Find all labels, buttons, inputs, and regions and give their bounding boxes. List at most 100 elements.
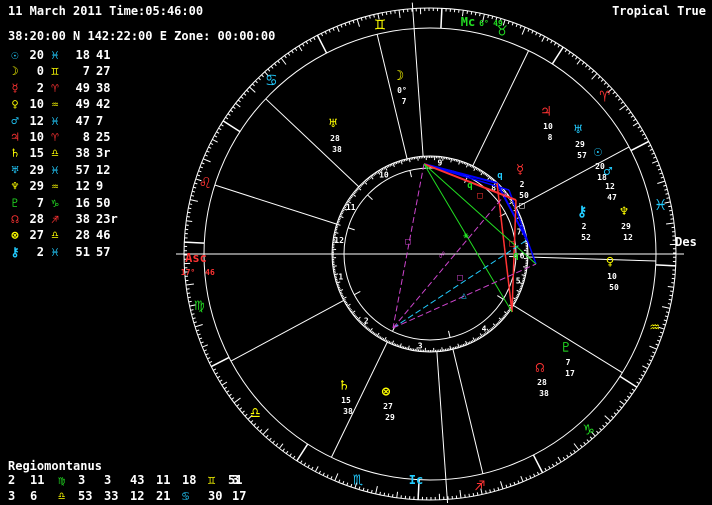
degree-tick xyxy=(545,468,546,471)
degree-tick xyxy=(229,394,231,396)
degree-tick xyxy=(618,98,620,100)
inner-degree-tick xyxy=(478,169,479,171)
inner-degree-tick xyxy=(504,315,506,316)
degree-tick xyxy=(252,84,254,86)
inner-degree-tick xyxy=(372,175,373,177)
house-number: 11 xyxy=(346,203,356,212)
house-cusp-line xyxy=(215,185,337,224)
planet-marker-degree: 27 xyxy=(383,402,393,411)
inner-degree-tick xyxy=(367,179,368,181)
inner-degree-tick xyxy=(359,186,360,187)
degree-tick xyxy=(658,169,661,170)
degree-tick xyxy=(633,119,636,121)
degree-tick xyxy=(202,163,205,164)
inner-degree-tick xyxy=(505,314,507,315)
inner-degree-tick xyxy=(350,197,352,198)
inner-degree-tick xyxy=(351,195,353,196)
planet-marker-icon: ♀ xyxy=(606,254,614,270)
inner-degree-tick xyxy=(481,171,482,173)
degree-tick xyxy=(353,20,354,23)
inner-degree-tick xyxy=(361,322,362,323)
degree-tick xyxy=(202,345,208,347)
degree-tick xyxy=(244,93,246,95)
inner-degree-tick xyxy=(365,180,366,182)
degree-tick xyxy=(488,15,489,18)
degree-tick xyxy=(628,112,630,114)
house-cusp-line xyxy=(473,51,529,166)
inner-degree-tick xyxy=(418,157,419,161)
degree-tick xyxy=(258,78,260,80)
degree-tick xyxy=(565,50,567,52)
degree-tick xyxy=(518,481,519,484)
degree-tick xyxy=(659,173,662,174)
degree-tick xyxy=(632,389,634,391)
degree-tick xyxy=(648,145,651,146)
inner-degree-tick xyxy=(353,313,355,314)
inner-degree-tick xyxy=(368,178,369,180)
planet-marker-icon: ♂ xyxy=(604,164,613,180)
inner-degree-tick xyxy=(383,338,384,340)
inner-degree-tick xyxy=(474,167,476,171)
degree-tick xyxy=(530,476,531,479)
inner-degree-tick xyxy=(479,170,480,172)
degree-tick xyxy=(274,63,276,65)
inner-degree-tick xyxy=(456,160,457,162)
inner-degree-tick xyxy=(341,213,343,214)
planet-marker-icon: ♆ xyxy=(620,204,628,220)
inner-degree-tick xyxy=(518,293,520,294)
degree-tick xyxy=(603,425,605,427)
degree-tick xyxy=(241,97,243,99)
degree-tick xyxy=(661,177,664,178)
degree-tick xyxy=(569,52,571,54)
degree-tick xyxy=(652,153,655,154)
inner-degree-tick xyxy=(507,311,509,312)
capricorn-icon: ♑ xyxy=(583,420,594,440)
inner-degree-tick xyxy=(470,165,471,167)
degree-tick xyxy=(572,54,574,56)
inner-degree-tick xyxy=(484,333,485,335)
degree-tick xyxy=(619,105,625,110)
degree-tick xyxy=(542,36,545,41)
inner-degree-tick xyxy=(403,160,404,162)
degree-tick xyxy=(616,95,618,97)
sign-boundary xyxy=(211,357,229,366)
aspect-symbol: ⚹ xyxy=(463,231,469,241)
degree-tick xyxy=(520,26,521,29)
degree-tick xyxy=(621,102,623,104)
degree-tick xyxy=(575,57,577,59)
inner-degree-tick xyxy=(522,280,524,281)
inner-degree-tick xyxy=(342,211,344,212)
aspect-symbol: □ xyxy=(519,201,525,211)
degree-tick xyxy=(363,488,364,491)
planet-marker-minutes: 7 xyxy=(402,97,407,106)
degree-tick xyxy=(276,443,278,445)
sign-boundary xyxy=(184,242,204,243)
inner-degree-tick xyxy=(442,347,443,351)
house-cusp-line xyxy=(266,99,359,187)
degree-tick xyxy=(642,366,647,369)
degree-tick xyxy=(279,444,283,449)
degree-tick xyxy=(376,486,378,494)
degree-tick xyxy=(186,221,192,222)
degree-tick xyxy=(335,473,338,480)
inner-degree-tick xyxy=(492,327,493,329)
degree-tick xyxy=(651,356,654,357)
inner-degree-tick xyxy=(366,327,367,329)
degree-tick xyxy=(207,358,210,359)
aspect-symbol: □ xyxy=(477,191,483,201)
inner-degree-tick xyxy=(337,284,339,285)
inner-degree-tick xyxy=(409,158,410,162)
inner-degree-tick xyxy=(340,214,342,215)
inner-degree-tick xyxy=(493,326,494,328)
degree-tick xyxy=(514,482,515,485)
inner-degree-tick xyxy=(508,310,510,311)
inner-degree-tick xyxy=(338,287,340,288)
degree-tick xyxy=(626,109,628,111)
inner-degree-tick xyxy=(455,347,456,349)
degree-tick xyxy=(195,324,203,326)
degree-tick xyxy=(536,32,537,35)
degree-tick xyxy=(233,107,235,109)
degree-tick xyxy=(596,431,598,433)
degree-tick xyxy=(506,485,507,488)
inner-degree-tick xyxy=(523,267,527,268)
